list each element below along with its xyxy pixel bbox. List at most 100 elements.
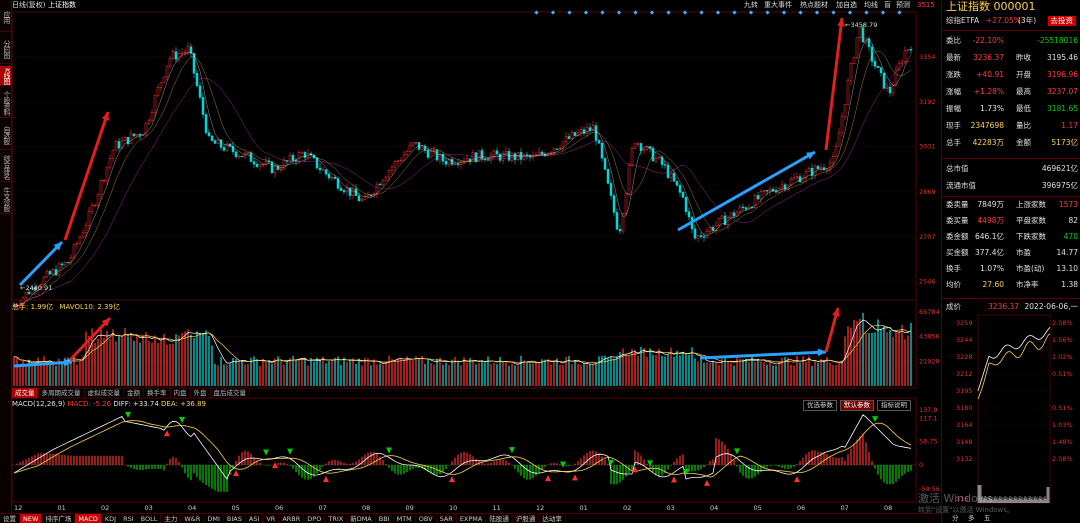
candle-body xyxy=(87,211,91,227)
candle-body xyxy=(24,291,28,299)
stat-value-2: 3181.65 xyxy=(1046,104,1078,113)
stat-label: 委金额 xyxy=(946,232,969,241)
indicator-tab-5[interactable]: RSI xyxy=(120,514,138,523)
candle-body xyxy=(360,199,364,202)
stat-label: 均价 xyxy=(946,280,961,289)
indicator-tab-13[interactable]: ARBR xyxy=(279,514,305,523)
kline-ytick: 3031 xyxy=(919,143,936,151)
kline-chart[interactable]: 3354 3192 3031 2869 2707 2546 ←3458.79 ←2440.91… xyxy=(0,0,940,523)
candle-body xyxy=(765,190,769,192)
candle-body xyxy=(174,51,178,60)
indicator-tab-14[interactable]: DPO xyxy=(304,514,326,523)
candle-body xyxy=(132,133,136,137)
stock-title: 上证指数 000001 xyxy=(946,0,1036,13)
indicator-tab-19[interactable]: OBV xyxy=(416,514,437,523)
candle-body xyxy=(558,147,562,150)
candle-body xyxy=(900,61,904,64)
indicator-tab-4[interactable]: KDJ xyxy=(102,514,121,523)
indicator-tab-12[interactable]: VR xyxy=(263,514,280,523)
indicator-tab-20[interactable]: SAR xyxy=(437,514,457,523)
volume-tab-2[interactable]: 虚拟成交量 xyxy=(85,388,124,398)
candle-body xyxy=(72,244,76,258)
indicator-tab-15[interactable]: TRIX xyxy=(325,514,348,523)
etf-name[interactable]: 综指ETFA xyxy=(946,14,979,28)
volume-tab-0[interactable]: 成交量 xyxy=(12,388,39,398)
candle-body xyxy=(891,85,895,94)
indicator-tab-7[interactable]: 主力 xyxy=(161,514,182,523)
volume-tab-5[interactable]: 内盘 xyxy=(171,388,191,398)
windows-watermark: 激活 Windows xyxy=(918,492,993,505)
stat-row: 均价 27.60 市净率 1.38 xyxy=(946,278,1078,292)
candle-body xyxy=(792,177,796,180)
buy-marker xyxy=(449,476,455,483)
indicator-tab-3[interactable]: MACD xyxy=(75,514,102,523)
indicator-tab-0[interactable]: 设置 xyxy=(0,514,20,523)
kline-ytick: 2707 xyxy=(919,233,936,241)
indicator-tab-21[interactable]: EXPMA xyxy=(457,514,487,523)
event-marker xyxy=(583,10,589,15)
stat-label-2: 市净率 xyxy=(1016,280,1039,289)
stat-row: 涨跌 +40.91 开盘 3196.96 xyxy=(946,68,1078,82)
indicator-tab-10[interactable]: BIAS xyxy=(224,514,246,523)
indicator-tab-2[interactable]: 排序广场 xyxy=(42,514,76,523)
candle-body xyxy=(399,159,403,162)
stat-value: -22.10% xyxy=(972,36,1004,45)
indicator-tab-18[interactable]: MTM xyxy=(394,514,416,523)
indicator-tab-1[interactable]: NEW xyxy=(20,514,43,523)
candle-body xyxy=(486,159,490,161)
buy-marker xyxy=(233,470,239,477)
candle-body xyxy=(234,151,238,157)
candle-body xyxy=(264,160,268,165)
candle-body xyxy=(453,163,457,165)
stat-label: 总手 xyxy=(946,138,961,147)
candle-body xyxy=(627,165,631,194)
candle-body xyxy=(552,148,556,153)
candle-body xyxy=(756,195,760,200)
mini-tab-2[interactable]: 五 xyxy=(984,514,991,522)
candle-body xyxy=(342,190,346,193)
macd-btn-2[interactable]: 指标说明 xyxy=(877,400,911,411)
indicator-tab-22[interactable]: 陆股通 xyxy=(486,514,513,523)
kline-ytick: 2546 xyxy=(919,278,936,286)
indicator-tab-11[interactable]: ASI xyxy=(246,514,264,523)
volume-tab-7[interactable]: 盘后成交量 xyxy=(211,388,250,398)
indicator-tab-23[interactable]: 沪股通 xyxy=(513,514,540,523)
mavol-value: MAVOL10: 2.39亿 xyxy=(59,303,120,311)
candle-body xyxy=(669,173,673,178)
volume-tab-3[interactable]: 金额 xyxy=(124,388,144,398)
indicator-tab-17[interactable]: BBI xyxy=(376,514,394,523)
candle-body xyxy=(540,151,544,155)
sell-marker xyxy=(647,460,653,467)
indicator-tab-16[interactable]: 新DMA xyxy=(347,514,376,523)
indicator-tab-6[interactable]: BOLL xyxy=(138,514,162,523)
volume-tab-1[interactable]: 多周期成交量 xyxy=(39,388,85,398)
macd-btn-0[interactable]: 优选参数 xyxy=(803,400,837,411)
candle-body xyxy=(795,176,799,179)
sell-marker xyxy=(263,449,269,456)
candle-body xyxy=(699,235,703,237)
blue-arrow-1 xyxy=(18,240,64,287)
macd-btn-1[interactable]: 默认参数 xyxy=(840,400,874,411)
candle-body xyxy=(735,211,739,217)
volume-tabs: 成交量 多周期成交量 虚拟成交量 金额 换手率 内盘 外盘 盘后成交量 xyxy=(12,388,250,398)
candle-body xyxy=(255,163,259,167)
candle-body xyxy=(378,183,382,186)
volume-tab-4[interactable]: 换手率 xyxy=(144,388,171,398)
volume-tab-6[interactable]: 外盘 xyxy=(191,388,211,398)
macd-ytick: 58.75 xyxy=(919,438,938,446)
candle-body xyxy=(426,150,430,158)
invest-button[interactable]: 去投资 xyxy=(1047,16,1076,26)
candle-body xyxy=(147,119,151,124)
indicator-tab-8[interactable]: W&R xyxy=(181,514,205,523)
mini-pct: 2.08% xyxy=(1052,455,1073,463)
dea-value: DEA: +36.89 xyxy=(161,400,206,408)
stat-value: 42283万 xyxy=(972,138,1004,147)
candle-body xyxy=(564,136,568,143)
indicator-tab-24[interactable]: 达动率 xyxy=(539,514,566,523)
candle-body xyxy=(300,152,304,154)
candle-body xyxy=(813,165,817,176)
indicator-tab-9[interactable]: DMI xyxy=(204,514,224,523)
cap-value: 469621亿 xyxy=(1041,164,1078,173)
stat-value-2: 1.38 xyxy=(1061,280,1078,289)
candle-body xyxy=(603,157,607,170)
